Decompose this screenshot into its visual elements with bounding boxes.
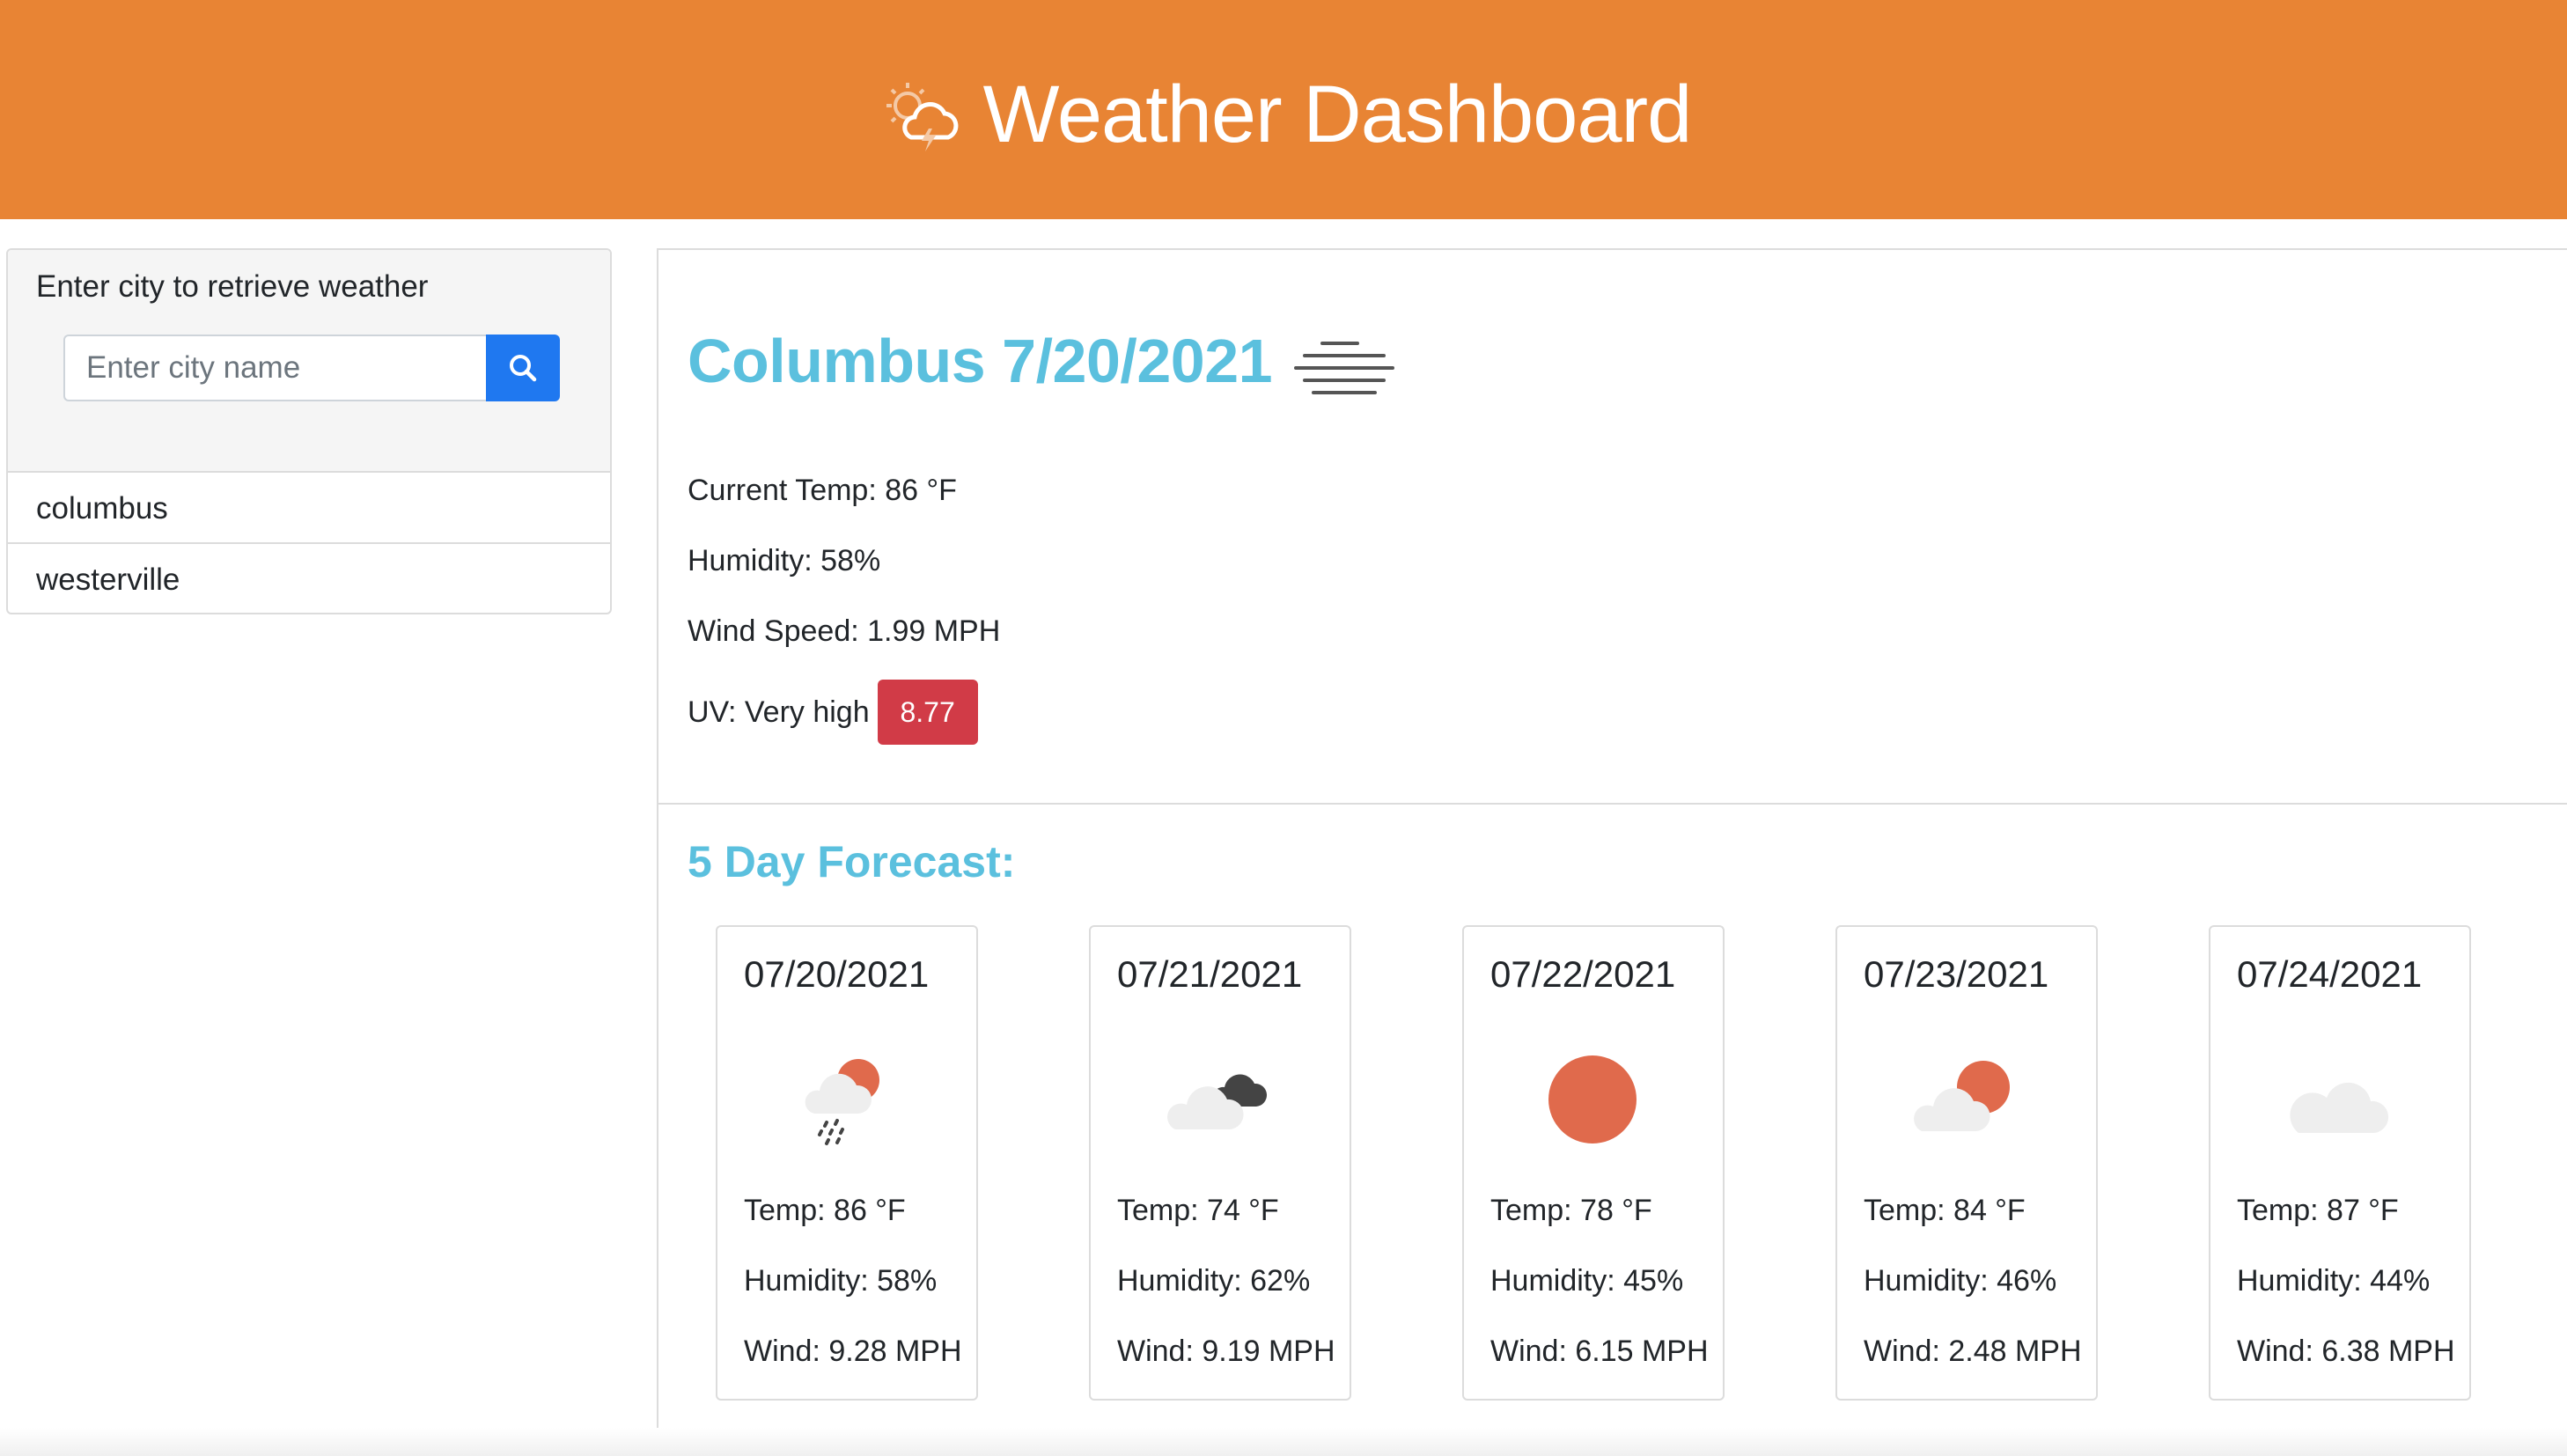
forecast-temp: Temp: 84 °F: [1864, 1194, 2026, 1227]
page-bottom-edge: [0, 1428, 2567, 1456]
rain-sun-cloud-icon: [805, 1059, 879, 1145]
forecast-humidity: Humidity: 62%: [1117, 1264, 1311, 1298]
city-search-input[interactable]: [63, 335, 486, 401]
current-wind: Wind Speed: 1.99 MPH: [688, 614, 1001, 648]
forecast-humidity: Humidity: 45%: [1490, 1264, 1684, 1298]
forecast-date: 07/20/2021: [744, 953, 930, 995]
forecast-wind: Wind: 9.28 MPH: [744, 1335, 962, 1368]
forecast-wind: Wind: 6.38 MPH: [2237, 1335, 2455, 1368]
search-sidebar: Enter city to retrieve weather columbus …: [6, 248, 612, 614]
uv-badge: 8.77: [877, 680, 978, 745]
uv-label: UV: Very high: [688, 695, 870, 729]
forecast-wind: Wind: 9.19 MPH: [1117, 1335, 1335, 1368]
forecast-temp: Temp: 86 °F: [744, 1194, 906, 1227]
forecast-humidity: Humidity: 44%: [2237, 1264, 2431, 1298]
history-item-westerville[interactable]: westerville: [8, 544, 610, 613]
current-temp: Current Temp: 86 °F: [688, 474, 957, 507]
forecast-temp: Temp: 74 °F: [1117, 1194, 1279, 1227]
forecast-humidity: Humidity: 46%: [1864, 1264, 2057, 1298]
search-panel: Enter city to retrieve weather: [8, 250, 610, 473]
forecast-wind: Wind: 6.15 MPH: [1490, 1335, 1709, 1368]
current-weather: Columbus 7/20/2021 Current Temp: 86 °F H…: [658, 250, 2567, 805]
forecast-date: 07/21/2021: [1117, 953, 1303, 995]
clear-sun-icon: [1548, 1055, 1637, 1143]
weather-main: Columbus 7/20/2021 Current Temp: 86 °F H…: [657, 248, 2567, 1456]
search-prompt: Enter city to retrieve weather: [36, 269, 429, 304]
forecast-date: 07/24/2021: [2237, 953, 2423, 995]
uv-row: UV: Very high 8.77: [688, 680, 978, 745]
cloud-icon: [2290, 1082, 2389, 1133]
forecast-card: 07/20/2021 Temp: 86 °F Humidity: 58% Win…: [716, 925, 978, 1401]
forecast-date: 07/22/2021: [1490, 953, 1676, 995]
current-city-date: Columbus 7/20/2021: [688, 327, 1273, 395]
forecast-card: 07/21/2021 Temp: 74 °F Humidity: 62% Win…: [1089, 925, 1351, 1401]
mist-icon: [1294, 342, 1394, 394]
forecast-wind: Wind: 2.48 MPH: [1864, 1335, 2082, 1368]
forecast-temp: Temp: 78 °F: [1490, 1194, 1652, 1227]
broken-clouds-icon: [1167, 1074, 1268, 1129]
search-button[interactable]: [486, 335, 560, 401]
partly-cloudy-icon: [1914, 1061, 2010, 1131]
search-icon: [510, 355, 537, 382]
header-title-group: Weather Dashboard: [876, 69, 1692, 161]
current-humidity: Humidity: 58%: [688, 544, 881, 577]
forecast-card: 07/22/2021 Temp: 78 °F Humidity: 45% Win…: [1462, 925, 1725, 1401]
forecast-temp: Temp: 87 °F: [2237, 1194, 2399, 1227]
forecast-humidity: Humidity: 58%: [744, 1264, 938, 1298]
history-item-columbus[interactable]: columbus: [8, 473, 610, 544]
app-title: Weather Dashboard: [982, 70, 1693, 159]
app-header: Weather Dashboard: [0, 0, 2567, 219]
forecast-card: 07/24/2021 Temp: 87 °F Humidity: 44% Win…: [2209, 925, 2471, 1401]
forecast-date: 07/23/2021: [1864, 953, 2049, 995]
sun-cloud-lightning-icon: [886, 82, 959, 151]
search-group: [63, 335, 560, 401]
forecast-title: 5 Day Forecast:: [688, 837, 1016, 886]
forecast-card: 07/23/2021 Temp: 84 °F Humidity: 46% Win…: [1835, 925, 2098, 1401]
